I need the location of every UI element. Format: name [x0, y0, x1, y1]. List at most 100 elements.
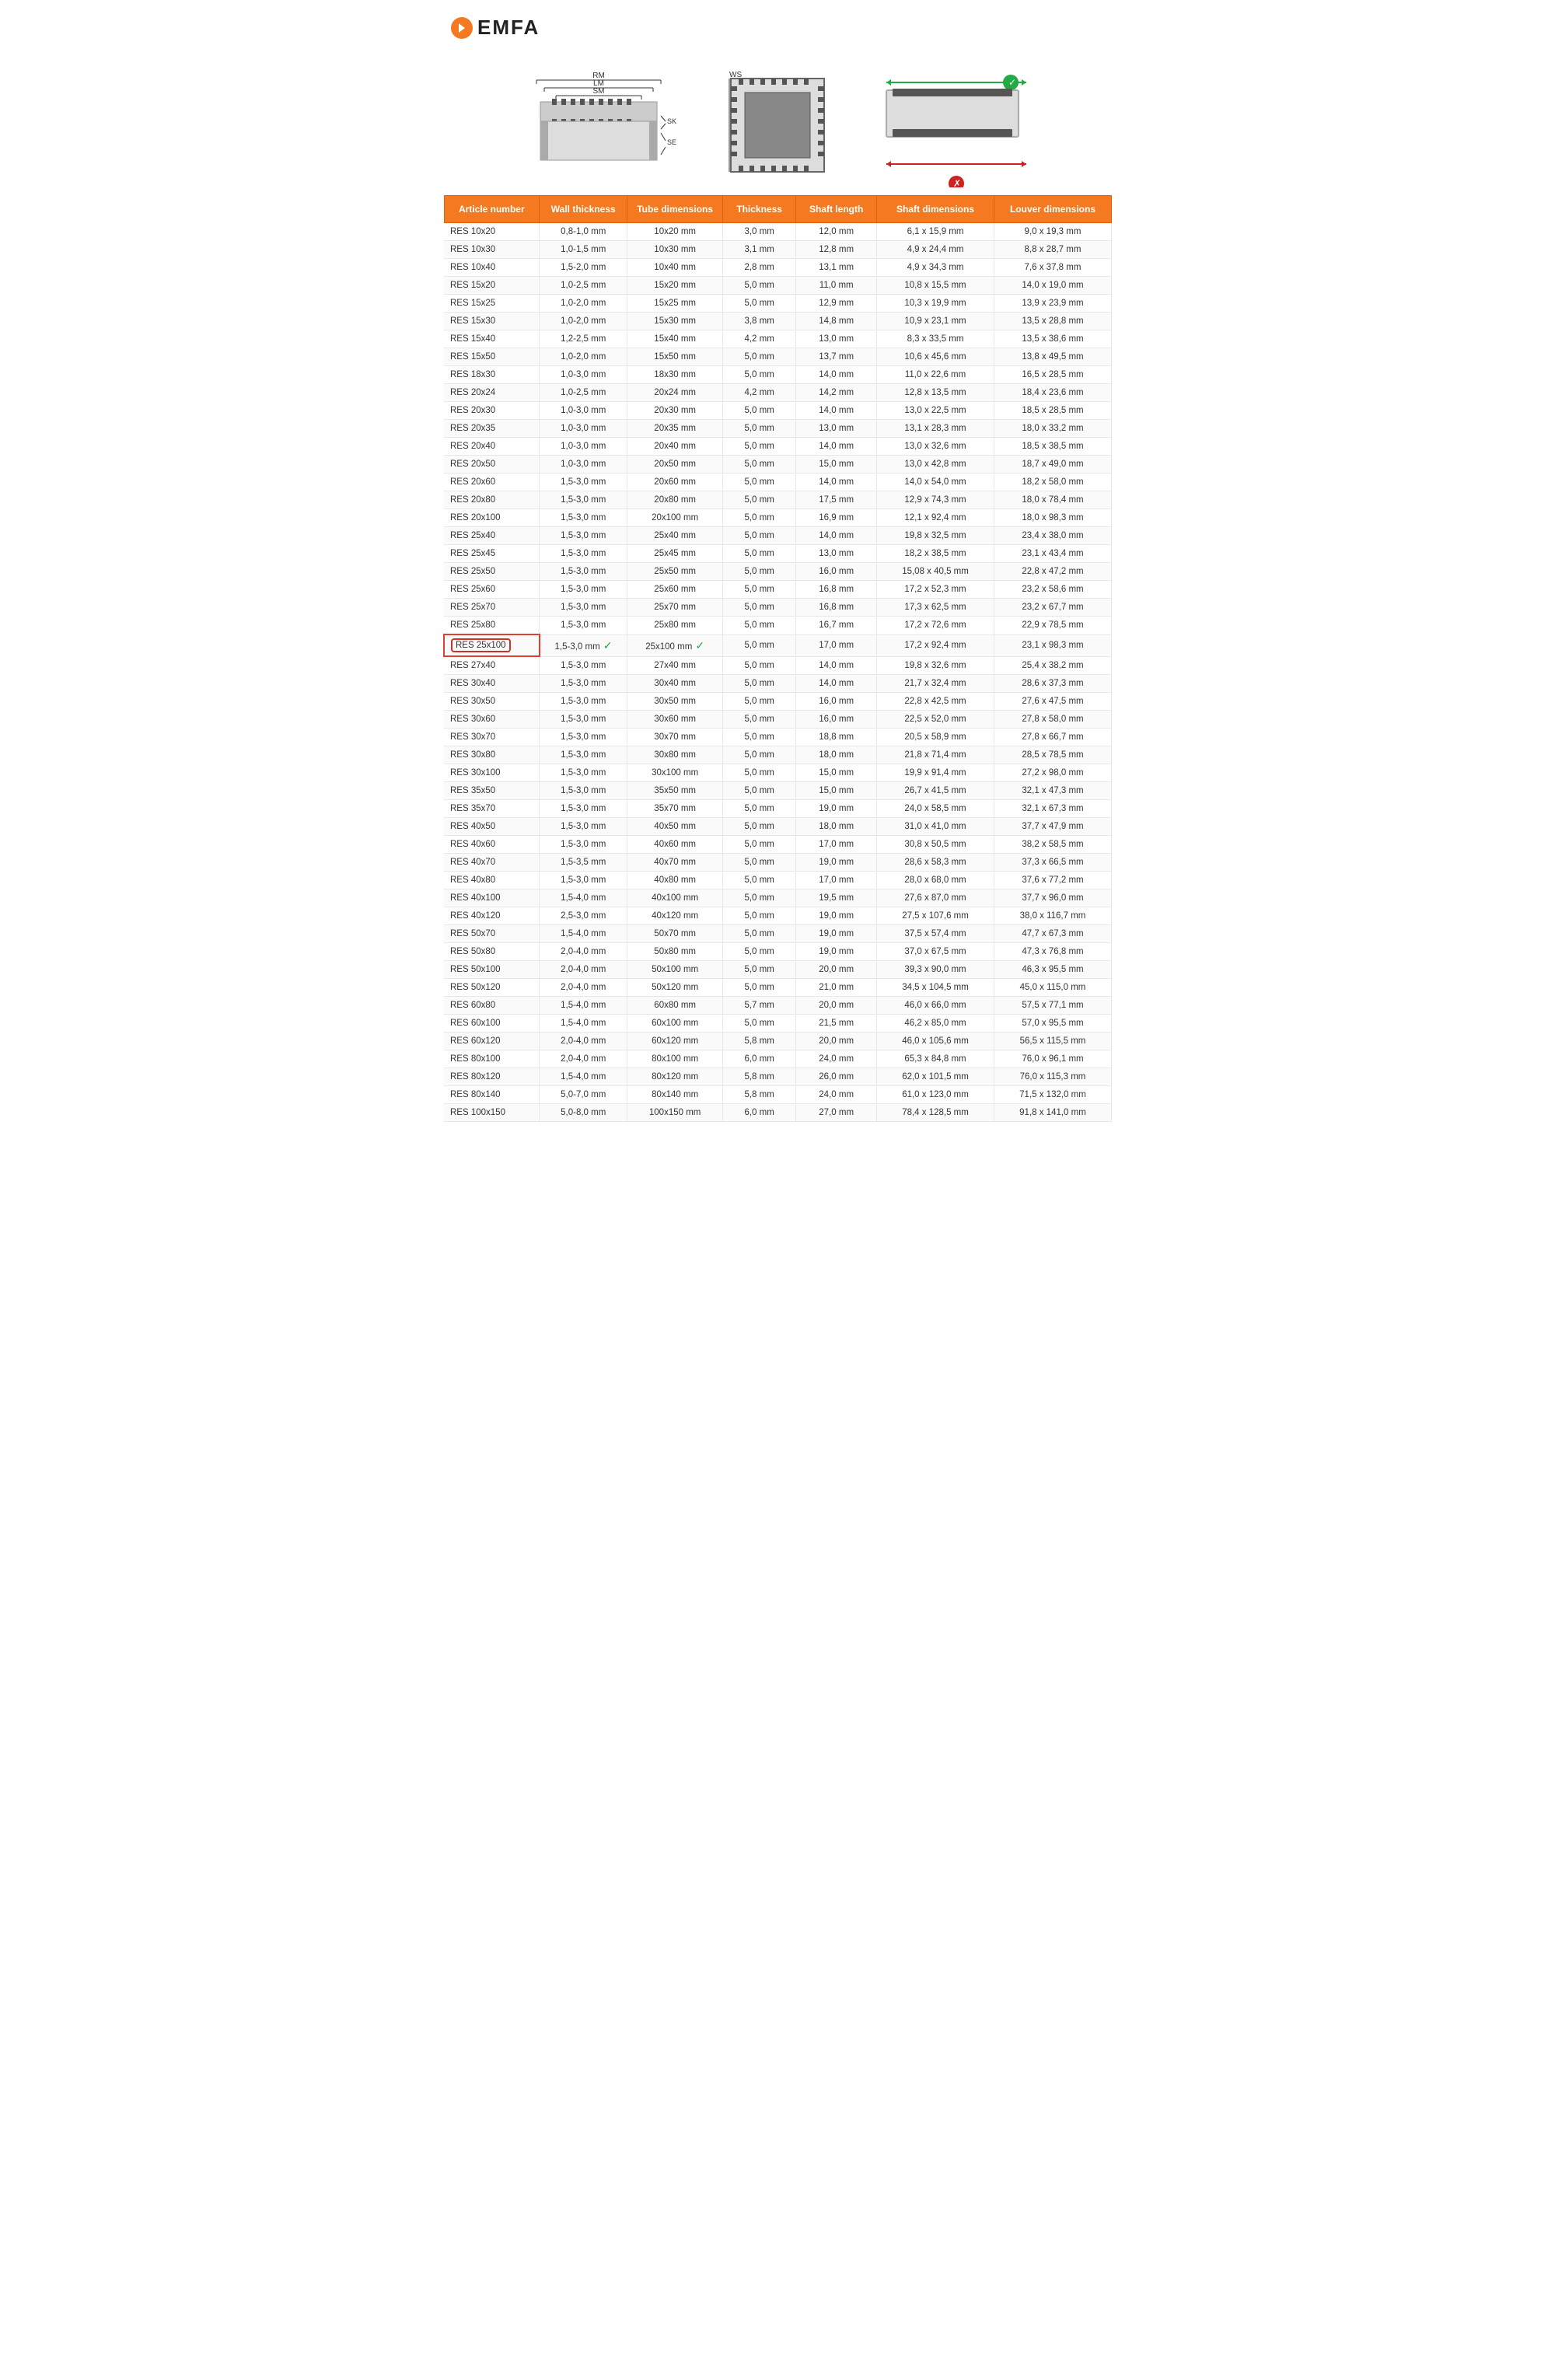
col-header-wall: Wall thickness	[540, 196, 627, 223]
cell-thickness: 5,0 mm	[722, 746, 795, 764]
cell-thickness: 5,0 mm	[722, 782, 795, 800]
cell-louver: 38,2 x 58,5 mm	[994, 836, 1111, 854]
svg-text:SM: SM	[593, 87, 605, 96]
cell-tube: 15x25 mm	[627, 295, 723, 313]
cell-shaft-length: 14,0 mm	[796, 656, 877, 675]
cell-tube: 100x150 mm	[627, 1104, 723, 1122]
cell-thickness: 5,8 mm	[722, 1086, 795, 1104]
data-table: Article number Wall thickness Tube dimen…	[443, 195, 1112, 1122]
cell-wall: 1,0-1,5 mm	[540, 241, 627, 259]
cell-thickness: 5,0 mm	[722, 634, 795, 656]
cell-article: RES 20x24	[444, 384, 540, 402]
cell-shaft-dim: 17,2 x 92,4 mm	[877, 634, 994, 656]
cell-louver: 13,9 x 23,9 mm	[994, 295, 1111, 313]
cell-wall: 2,5-3,0 mm	[540, 907, 627, 925]
col-header-shaft-length: Shaft length	[796, 196, 877, 223]
cell-shaft-length: 16,7 mm	[796, 617, 877, 635]
table-row: RES 25x601,5-3,0 mm25x60 mm5,0 mm16,8 mm…	[444, 581, 1112, 599]
cell-tube: 30x60 mm	[627, 711, 723, 729]
cell-thickness: 5,0 mm	[722, 818, 795, 836]
cell-tube: 40x100 mm	[627, 889, 723, 907]
cell-thickness: 4,2 mm	[722, 330, 795, 348]
cell-shaft-length: 15,0 mm	[796, 764, 877, 782]
cell-shaft-length: 15,0 mm	[796, 782, 877, 800]
cell-wall: 1,0-2,5 mm	[540, 384, 627, 402]
cell-shaft-dim: 78,4 x 128,5 mm	[877, 1104, 994, 1122]
cell-thickness: 5,0 mm	[722, 617, 795, 635]
table-container: Article number Wall thickness Tube dimen…	[428, 195, 1127, 1145]
table-row: RES 25x501,5-3,0 mm25x50 mm5,0 mm16,0 mm…	[444, 563, 1112, 581]
cell-thickness: 4,2 mm	[722, 384, 795, 402]
cell-article: RES 15x20	[444, 277, 540, 295]
cell-wall: 1,5-3,0 mm✓	[540, 634, 627, 656]
cell-tube: 10x20 mm	[627, 223, 723, 241]
cell-article: RES 35x70	[444, 800, 540, 818]
cell-shaft-length: 21,5 mm	[796, 1015, 877, 1033]
cell-shaft-length: 17,0 mm	[796, 872, 877, 889]
cell-shaft-length: 17,0 mm	[796, 634, 877, 656]
cell-shaft-dim: 37,0 x 67,5 mm	[877, 943, 994, 961]
cell-thickness: 5,0 mm	[722, 420, 795, 438]
cell-wall: 1,0-2,0 mm	[540, 295, 627, 313]
cell-shaft-dim: 28,0 x 68,0 mm	[877, 872, 994, 889]
cell-wall: 1,0-2,0 mm	[540, 348, 627, 366]
cell-shaft-length: 12,8 mm	[796, 241, 877, 259]
cell-tube: 50x80 mm	[627, 943, 723, 961]
cell-wall: 1,5-2,0 mm	[540, 259, 627, 277]
cell-wall: 1,5-3,0 mm	[540, 581, 627, 599]
logo: EMFA	[451, 16, 540, 40]
cell-article: RES 30x80	[444, 746, 540, 764]
cell-tube: 20x24 mm	[627, 384, 723, 402]
cell-shaft-length: 14,0 mm	[796, 366, 877, 384]
cell-wall: 1,5-3,0 mm	[540, 782, 627, 800]
cell-shaft-length: 13,0 mm	[796, 545, 877, 563]
cell-article: RES 25x50	[444, 563, 540, 581]
cell-article: RES 20x100	[444, 509, 540, 527]
cell-article: RES 40x70	[444, 854, 540, 872]
cell-wall: 1,5-4,0 mm	[540, 889, 627, 907]
cell-wall: 5,0-8,0 mm	[540, 1104, 627, 1122]
cell-louver: 18,5 x 28,5 mm	[994, 402, 1111, 420]
cell-louver: 16,5 x 28,5 mm	[994, 366, 1111, 384]
table-row: RES 100x1505,0-8,0 mm100x150 mm6,0 mm27,…	[444, 1104, 1112, 1122]
cell-article: RES 50x70	[444, 925, 540, 943]
table-row: RES 35x501,5-3,0 mm35x50 mm5,0 mm15,0 mm…	[444, 782, 1112, 800]
cell-thickness: 5,0 mm	[722, 907, 795, 925]
svg-text:✗: ✗	[953, 178, 961, 187]
cell-shaft-length: 16,0 mm	[796, 711, 877, 729]
cell-louver: 23,2 x 58,6 mm	[994, 581, 1111, 599]
cell-shaft-length: 24,0 mm	[796, 1050, 877, 1068]
cell-article: RES 30x60	[444, 711, 540, 729]
cell-shaft-dim: 13,0 x 42,8 mm	[877, 456, 994, 474]
table-row: RES 18x301,0-3,0 mm18x30 mm5,0 mm14,0 mm…	[444, 366, 1112, 384]
cell-shaft-length: 20,0 mm	[796, 997, 877, 1015]
cell-louver: 27,8 x 58,0 mm	[994, 711, 1111, 729]
cell-wall: 1,0-2,0 mm	[540, 313, 627, 330]
cell-shaft-dim: 46,2 x 85,0 mm	[877, 1015, 994, 1033]
cell-louver: 18,7 x 49,0 mm	[994, 456, 1111, 474]
cell-shaft-length: 16,9 mm	[796, 509, 877, 527]
cell-tube: 50x100 mm	[627, 961, 723, 979]
cell-shaft-length: 20,0 mm	[796, 961, 877, 979]
table-row: RES 15x401,2-2,5 mm15x40 mm4,2 mm13,0 mm…	[444, 330, 1112, 348]
cell-thickness: 5,0 mm	[722, 545, 795, 563]
cell-shaft-dim: 8,3 x 33,5 mm	[877, 330, 994, 348]
cell-shaft-length: 13,0 mm	[796, 330, 877, 348]
cell-louver: 14,0 x 19,0 mm	[994, 277, 1111, 295]
cell-article: RES 40x60	[444, 836, 540, 854]
table-row: RES 40x601,5-3,0 mm40x60 mm5,0 mm17,0 mm…	[444, 836, 1112, 854]
cell-louver: 23,4 x 38,0 mm	[994, 527, 1111, 545]
cell-wall: 1,5-4,0 mm	[540, 1015, 627, 1033]
cell-tube: 80x100 mm	[627, 1050, 723, 1068]
cell-louver: 13,5 x 28,8 mm	[994, 313, 1111, 330]
cell-tube: 30x50 mm	[627, 693, 723, 711]
cell-thickness: 5,0 mm	[722, 979, 795, 997]
cell-louver: 57,0 x 95,5 mm	[994, 1015, 1111, 1033]
cell-louver: 27,8 x 66,7 mm	[994, 729, 1111, 746]
cell-wall: 2,0-4,0 mm	[540, 1050, 627, 1068]
cell-wall: 1,5-4,0 mm	[540, 1068, 627, 1086]
cell-louver: 76,0 x 115,3 mm	[994, 1068, 1111, 1086]
cell-tube: 25x60 mm	[627, 581, 723, 599]
cell-article: RES 20x35	[444, 420, 540, 438]
cell-louver: 28,5 x 78,5 mm	[994, 746, 1111, 764]
